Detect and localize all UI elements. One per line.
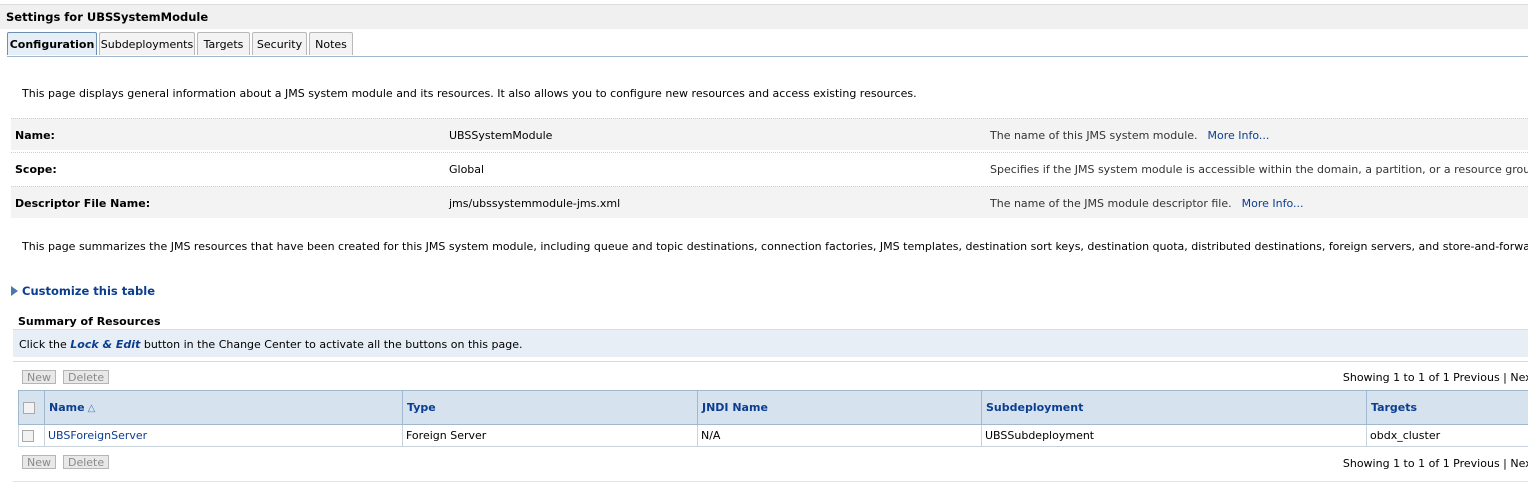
- pagination-status: Showing 1 to 1 of 1 Previous | Next: [1342, 371, 1528, 384]
- lock-message-post: button in the Change Center to activate …: [140, 338, 523, 351]
- column-header-jndi-name[interactable]: JNDI Name: [697, 390, 982, 425]
- triangle-right-icon: [11, 286, 18, 296]
- column-header-targets[interactable]: Targets: [1366, 390, 1528, 425]
- column-header-type[interactable]: Type: [402, 390, 698, 425]
- field-help-scope: Specifies if the JMS system module is ac…: [990, 163, 1528, 176]
- lock-edit-label: Lock & Edit: [70, 338, 141, 351]
- table-header-row: Name △ Type JNDI Name Subdeployment Targe…: [18, 390, 1528, 425]
- lock-edit-message: Click the Lock & Edit button in the Chan…: [13, 329, 1528, 357]
- tab-targets[interactable]: Targets: [197, 32, 250, 55]
- tab-notes[interactable]: Notes: [309, 32, 353, 55]
- page-title: Settings for UBSSystemModule: [6, 10, 209, 24]
- more-info-link-name[interactable]: More Info...: [1208, 129, 1270, 142]
- resources-table: Name △ Type JNDI Name Subdeployment Targe…: [18, 390, 1528, 447]
- field-help-name: The name of this JMS system module. More …: [990, 129, 1269, 142]
- tab-divider: [7, 56, 1528, 57]
- new-button-bottom[interactable]: New: [22, 455, 56, 469]
- customize-label: Customize this table: [22, 284, 155, 298]
- customize-table-link[interactable]: Customize this table: [11, 284, 155, 298]
- lock-message-text: Click the Lock & Edit button in the Chan…: [19, 338, 523, 351]
- column-header-subdeployment[interactable]: Subdeployment: [981, 390, 1367, 425]
- more-info-link-descriptor[interactable]: More Info...: [1242, 197, 1304, 210]
- table-row: UBSForeignServer Foreign Server N/A UBSS…: [18, 424, 1528, 447]
- field-label-descriptor: Descriptor File Name:: [15, 197, 151, 210]
- field-help-text-descriptor: The name of the JMS module descriptor fi…: [990, 197, 1232, 210]
- delete-button[interactable]: Delete: [63, 370, 110, 384]
- select-all-checkbox[interactable]: [23, 402, 35, 414]
- field-row-descriptor: Descriptor File Name: jms/ubssystemmodul…: [11, 186, 1528, 218]
- page-description: This page displays general information a…: [22, 87, 917, 100]
- tab-configuration[interactable]: Configuration: [7, 32, 97, 55]
- field-value-descriptor: jms/ubssystemmodule-jms.xml: [449, 197, 621, 210]
- field-value-scope: Global: [449, 163, 485, 176]
- field-value-name: UBSSystemModule: [449, 129, 553, 142]
- pagination-status-bottom: Showing 1 to 1 of 1 Previous | Next: [1342, 457, 1528, 470]
- summary-description: This page summarizes the JMS resources t…: [22, 240, 1528, 253]
- cell-subdeployment: UBSSubdeployment: [981, 424, 1367, 447]
- sort-ascending-icon: △: [87, 403, 96, 414]
- select-all-cell: [18, 390, 45, 425]
- tab-subdeployments[interactable]: Subdeployments: [99, 32, 195, 55]
- field-row-name: Name: UBSSystemModule The name of this J…: [11, 118, 1528, 150]
- resource-name-link[interactable]: UBSForeignServer: [48, 429, 147, 442]
- cell-name: UBSForeignServer: [44, 424, 403, 447]
- row-checkbox[interactable]: [22, 430, 34, 442]
- table-bottom-divider: [13, 481, 1528, 482]
- tab-security[interactable]: Security: [252, 32, 307, 55]
- cell-type: Foreign Server: [402, 424, 698, 447]
- cell-targets: obdx_cluster: [1366, 424, 1528, 447]
- table-title: Summary of Resources: [18, 315, 161, 328]
- new-button[interactable]: New: [22, 370, 56, 384]
- settings-header: Settings for UBSSystemModule: [0, 4, 1528, 29]
- column-label-name: Name: [49, 401, 85, 414]
- column-header-name[interactable]: Name △: [44, 390, 403, 425]
- settings-page: Settings for UBSSystemModule Configurati…: [0, 0, 1528, 490]
- field-help-text-name: The name of this JMS system module.: [990, 129, 1198, 142]
- lock-message-pre: Click the: [19, 338, 71, 351]
- row-select-cell: [18, 424, 45, 447]
- delete-button-bottom[interactable]: Delete: [63, 455, 110, 469]
- cell-jndi-name: N/A: [697, 424, 982, 447]
- field-label-name: Name:: [15, 129, 55, 142]
- field-help-descriptor: The name of the JMS module descriptor fi…: [990, 197, 1304, 210]
- table-toolbar-bottom: New Delete Showing 1 to 1 of 1 Previous …: [13, 449, 1528, 477]
- field-label-scope: Scope:: [15, 163, 57, 176]
- table-toolbar-top: New Delete Showing 1 to 1 of 1 Previous …: [13, 361, 1528, 389]
- field-row-scope: Scope: Global Specifies if the JMS syste…: [11, 152, 1528, 184]
